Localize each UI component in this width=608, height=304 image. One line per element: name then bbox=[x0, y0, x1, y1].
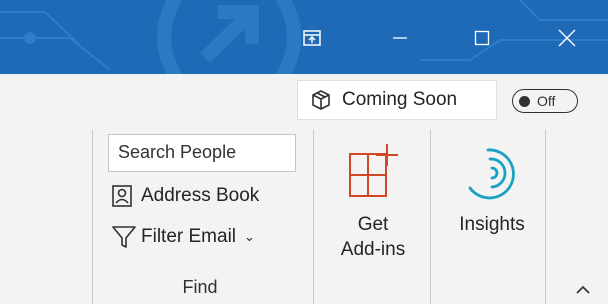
minimize-icon bbox=[393, 37, 407, 39]
search-people-placeholder: Search People bbox=[118, 142, 237, 162]
filter-icon bbox=[112, 226, 136, 248]
add-ins-icon bbox=[349, 144, 398, 197]
toggle-knob bbox=[519, 95, 530, 107]
filter-email-button[interactable]: Filter Email ⌄ bbox=[111, 221, 255, 253]
chevron-down-icon: ⌄ bbox=[244, 229, 255, 244]
ribbon: Coming Soon Off Search People Address Bo… bbox=[0, 74, 608, 304]
ribbon-display-options-icon bbox=[303, 30, 321, 46]
chevron-up-icon bbox=[576, 285, 590, 294]
insights-button[interactable]: Insights bbox=[437, 142, 547, 237]
filter-email-label: Filter Email bbox=[141, 226, 237, 247]
collapse-ribbon-button[interactable] bbox=[568, 278, 598, 302]
address-book-icon bbox=[112, 185, 132, 207]
get-add-ins-label-line2: Add-ins bbox=[340, 239, 406, 260]
ribbon-display-options-button[interactable] bbox=[290, 6, 334, 70]
toggle-label: Off bbox=[537, 93, 556, 109]
coming-soon-toggle[interactable]: Off bbox=[512, 89, 578, 113]
maximize-button[interactable] bbox=[455, 6, 509, 70]
address-book-label: Address Book bbox=[141, 185, 260, 206]
address-book-button[interactable]: Address Book bbox=[111, 180, 259, 212]
title-bar bbox=[0, 0, 608, 74]
minimize-button[interactable] bbox=[373, 6, 427, 70]
insights-label: Insights bbox=[459, 214, 525, 235]
get-add-ins-label-line1: Get bbox=[357, 214, 389, 235]
gift-box-icon bbox=[312, 90, 330, 110]
close-button[interactable] bbox=[540, 6, 594, 70]
group-separator bbox=[92, 130, 93, 304]
search-people-input[interactable]: Search People bbox=[108, 134, 296, 172]
find-group-label: Find bbox=[182, 277, 218, 297]
coming-soon-button[interactable]: Coming Soon bbox=[297, 80, 497, 120]
group-separator bbox=[430, 130, 431, 304]
close-icon bbox=[558, 29, 576, 47]
get-add-ins-button[interactable]: Get Add-ins bbox=[318, 142, 428, 262]
group-separator bbox=[313, 130, 314, 304]
coming-soon-label: Coming Soon bbox=[342, 89, 458, 110]
maximize-icon bbox=[474, 30, 490, 46]
insights-icon bbox=[468, 148, 515, 200]
